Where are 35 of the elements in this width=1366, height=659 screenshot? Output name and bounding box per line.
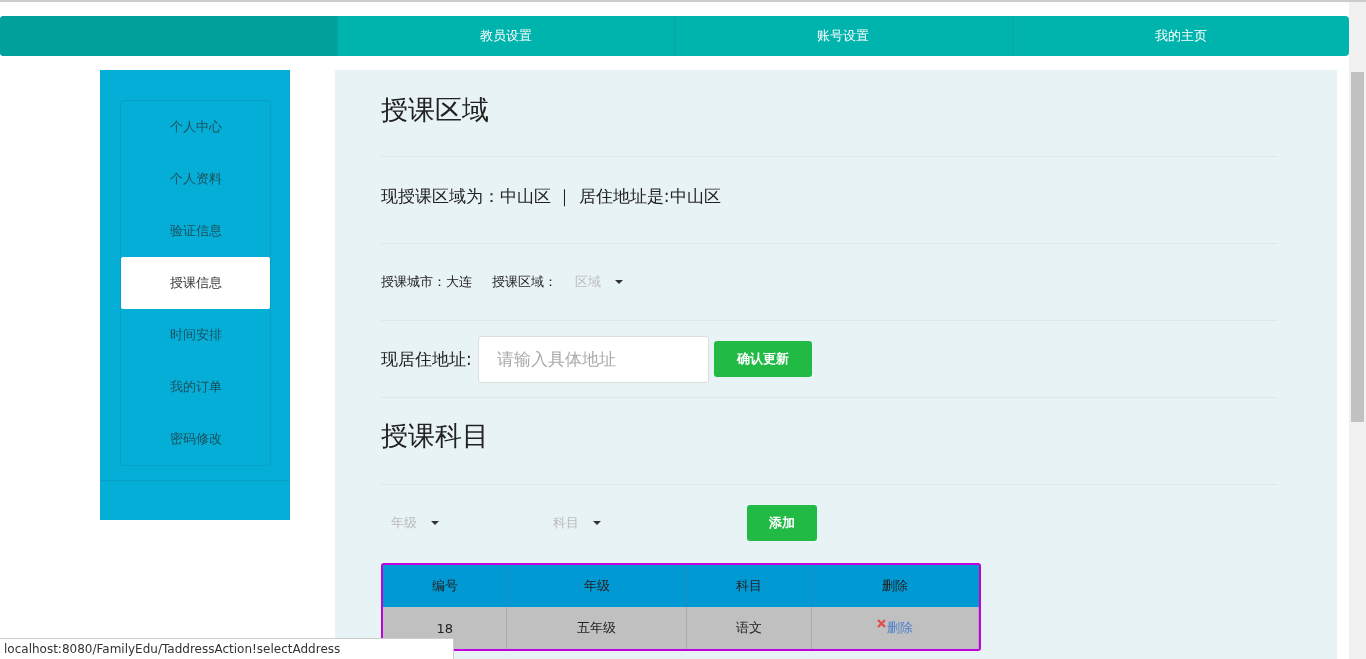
scrollbar-thumb[interactable] <box>1351 72 1364 422</box>
column-header: 删除 <box>811 565 979 607</box>
sidebar-item[interactable]: 密码修改 <box>121 413 270 465</box>
column-header: 年级 <box>507 565 688 607</box>
caret-icon <box>615 280 623 284</box>
sidebar-item[interactable]: 时间安排 <box>121 309 270 361</box>
address-input[interactable]: 请输入具体地址 <box>477 335 709 383</box>
column-header: 科目 <box>687 565 812 607</box>
table-cell: 五年级 <box>507 607 688 649</box>
sidebar-item[interactable]: 我的订单 <box>121 361 270 413</box>
current-area-text: 现授课区域为：中山区 ｜ 居住地址是:中山区 <box>381 185 722 209</box>
sidebar-item[interactable]: 验证信息 <box>121 205 270 257</box>
caret-icon <box>431 521 439 525</box>
district-label: 授课区域： <box>492 273 557 291</box>
status-url: localhost:8080/FamilyEdu/TaddressAction!selectAddress <box>0 638 454 659</box>
add-button[interactable]: 添加 <box>747 505 817 541</box>
section-title: 授课科目 <box>381 419 490 453</box>
section-title: 授课区域 <box>381 93 490 127</box>
update-button[interactable]: 确认更新 <box>713 341 812 377</box>
nav-tab[interactable]: 账号设置 <box>674 16 1012 56</box>
table-cell: 语文 <box>687 607 812 649</box>
nav-tab[interactable]: 我的主页 <box>1011 16 1349 56</box>
cross-icon <box>876 619 886 628</box>
column-header: 编号 <box>383 565 508 607</box>
subject-select[interactable]: 科目 <box>553 514 601 532</box>
city-label: 授课城市：大连 <box>381 273 472 291</box>
grade-select[interactable]: 年级 <box>391 514 439 532</box>
sidebar-item[interactable]: 个人中心 <box>121 101 270 153</box>
scrollbar[interactable] <box>1349 2 1366 659</box>
nav-tab[interactable]: 教员设置 <box>337 16 675 56</box>
sidebar-item[interactable]: 个人资料 <box>121 153 270 205</box>
delete-link[interactable]: 删除 <box>876 620 913 635</box>
address-label: 现居住地址: <box>381 347 472 371</box>
caret-icon <box>593 521 601 525</box>
sidebar-item[interactable]: 授课信息 <box>121 257 270 309</box>
